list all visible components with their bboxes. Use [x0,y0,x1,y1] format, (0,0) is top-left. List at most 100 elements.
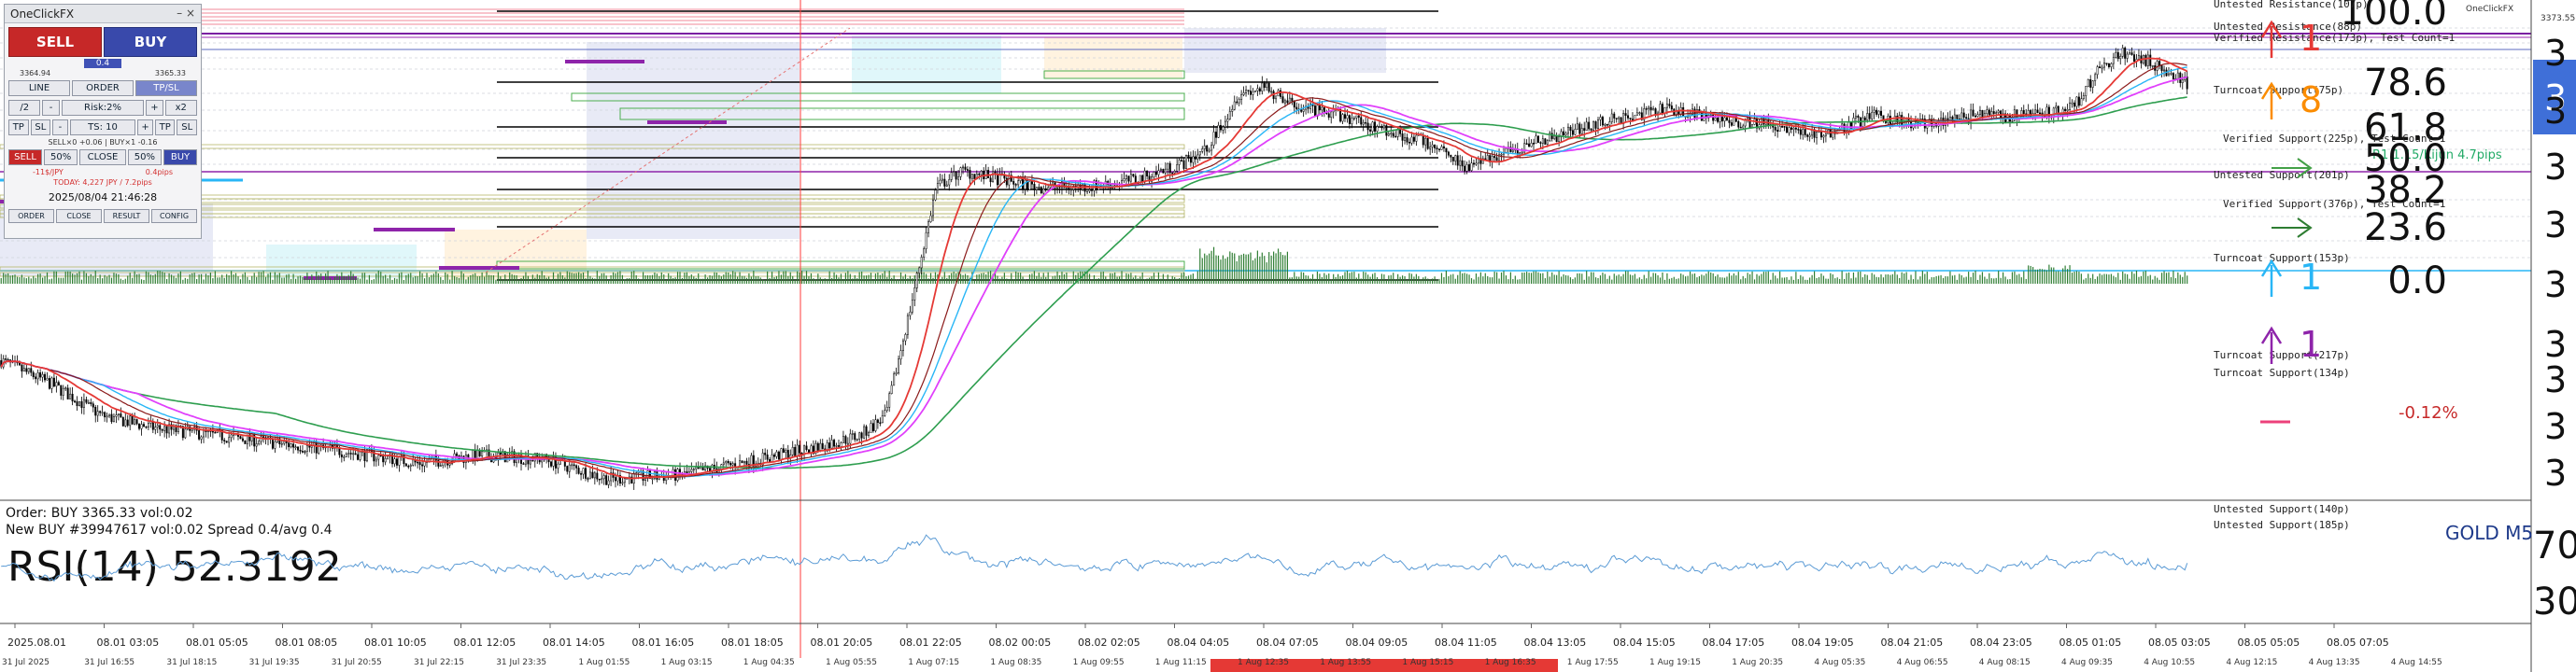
candle-body [124,419,127,427]
candle-body [1035,187,1038,190]
candle-body [2089,78,2092,88]
candle-body [939,179,941,184]
lot-size[interactable]: 0.4 [84,59,121,68]
candle-body [2094,74,2097,81]
bottom-tab-close[interactable]: CLOSE [56,209,102,223]
close-button[interactable]: CLOSE [79,149,126,165]
candle-body [849,433,852,444]
candle-body [1877,110,1880,115]
candle-body [1519,152,1522,154]
candle-body [743,460,745,464]
chart-canvas[interactable]: RSI(14) 52.3192 Order: BUY 3365.33 vol:0… [0,0,2576,672]
close-50-left-button[interactable]: 50% [44,149,78,165]
candle-body [2129,52,2131,55]
candle-body [1571,130,1574,135]
zone-label-4: Verified Support(225p), Test Count=1 [2223,133,2445,145]
x2-button[interactable]: x2 [164,100,197,116]
close-50-right-button[interactable]: 50% [127,149,162,165]
candle-body [2034,109,2037,114]
candle-body [1159,169,1162,171]
sl-button[interactable]: SL [30,119,51,135]
candle-body [810,445,813,453]
candle-body [1875,109,1878,115]
rsi-level-30: 30 [2533,581,2576,623]
new-order-info: New BUY #39947617 vol:0.02 Spread 0.4/av… [6,523,333,538]
candle-body [499,452,502,455]
risk-plus-button[interactable]: + [146,100,163,116]
candle-body [1176,164,1179,172]
candle-body [890,385,893,395]
candle-body [301,451,304,453]
candle-body [1293,101,1295,108]
candle-body [2176,72,2179,79]
sell-small-button[interactable]: SELL [8,149,43,165]
sl-button-right[interactable]: SL [177,119,198,135]
candle-body [80,400,83,408]
candle-body [1873,109,1875,113]
candle-body [2112,57,2115,64]
candle-body [1464,165,1466,172]
candle-body [588,471,591,480]
candle-body [1737,120,1740,128]
candle-body [1295,106,1298,110]
ts-field[interactable]: TS: 10 [69,119,136,135]
candle-body [120,413,122,418]
risk-field[interactable]: Risk:2% [61,100,145,116]
bottom-tab-result[interactable]: RESULT [104,209,149,223]
tp-button[interactable]: TP [8,119,29,135]
ts-plus-button[interactable]: + [137,119,153,135]
candle-body [1123,178,1125,181]
candle-body [1590,128,1592,131]
candle-body [835,445,838,447]
candle-body [727,461,729,464]
candle-body [1226,119,1229,122]
x-tick-bottom-27: 4 Aug 12:15 [2226,658,2277,667]
candle-body [1550,133,1553,139]
sell-button[interactable]: SELL [8,27,102,57]
candle-body [1866,113,1869,120]
candle-body [591,471,594,479]
panel-window-controls[interactable]: – × [177,7,195,20]
x-tick-bottom-7: 1 Aug 01:55 [578,658,630,667]
buy-small-button[interactable]: BUY [163,149,198,165]
candle-body [865,426,868,436]
panel-title-bar: OneClickFX – × [5,5,201,23]
buy-button[interactable]: BUY [104,27,197,57]
risk-minus-button[interactable]: - [42,100,60,116]
candle-body [22,368,25,371]
candle-body [531,459,534,462]
candle-body [129,415,132,427]
half-button[interactable]: /2 [8,100,41,116]
candle-body [1033,184,1036,190]
ts-minus-button[interactable]: - [52,119,68,135]
candle-body [1635,112,1638,116]
bottom-tab-order[interactable]: ORDER [8,209,54,223]
candle-body [25,368,28,372]
candle-body [1962,112,1965,118]
tab-line[interactable]: LINE [8,80,70,96]
candle-body [1330,111,1333,119]
x-tick-top-22: 08.04 23:05 [1970,637,2032,649]
candle-body [1599,117,1602,120]
candle-body [1583,128,1586,132]
candle-body [142,424,145,427]
candle-body [1291,97,1294,102]
tp-button-right[interactable]: TP [154,119,176,135]
candle-body [1086,190,1089,193]
candle-body [1217,125,1220,138]
candle-body [2022,110,2025,115]
candle-body [393,458,396,465]
ask-price: 3365.33 [154,69,186,77]
candle-body [1456,155,1459,166]
candle-body [1555,135,1558,142]
candle-body [1774,127,1776,131]
price-axis-label-0: 3 [2544,33,2567,74]
candle-body [1281,96,1284,104]
candle-body [888,393,891,408]
candle-body [898,358,900,373]
tab-order[interactable]: ORDER [72,80,134,96]
tab-tpsl[interactable]: TP/SL [135,80,197,96]
candle-body [948,179,951,186]
bottom-tab-config[interactable]: CONFIG [151,209,197,223]
candle-body [203,429,205,438]
